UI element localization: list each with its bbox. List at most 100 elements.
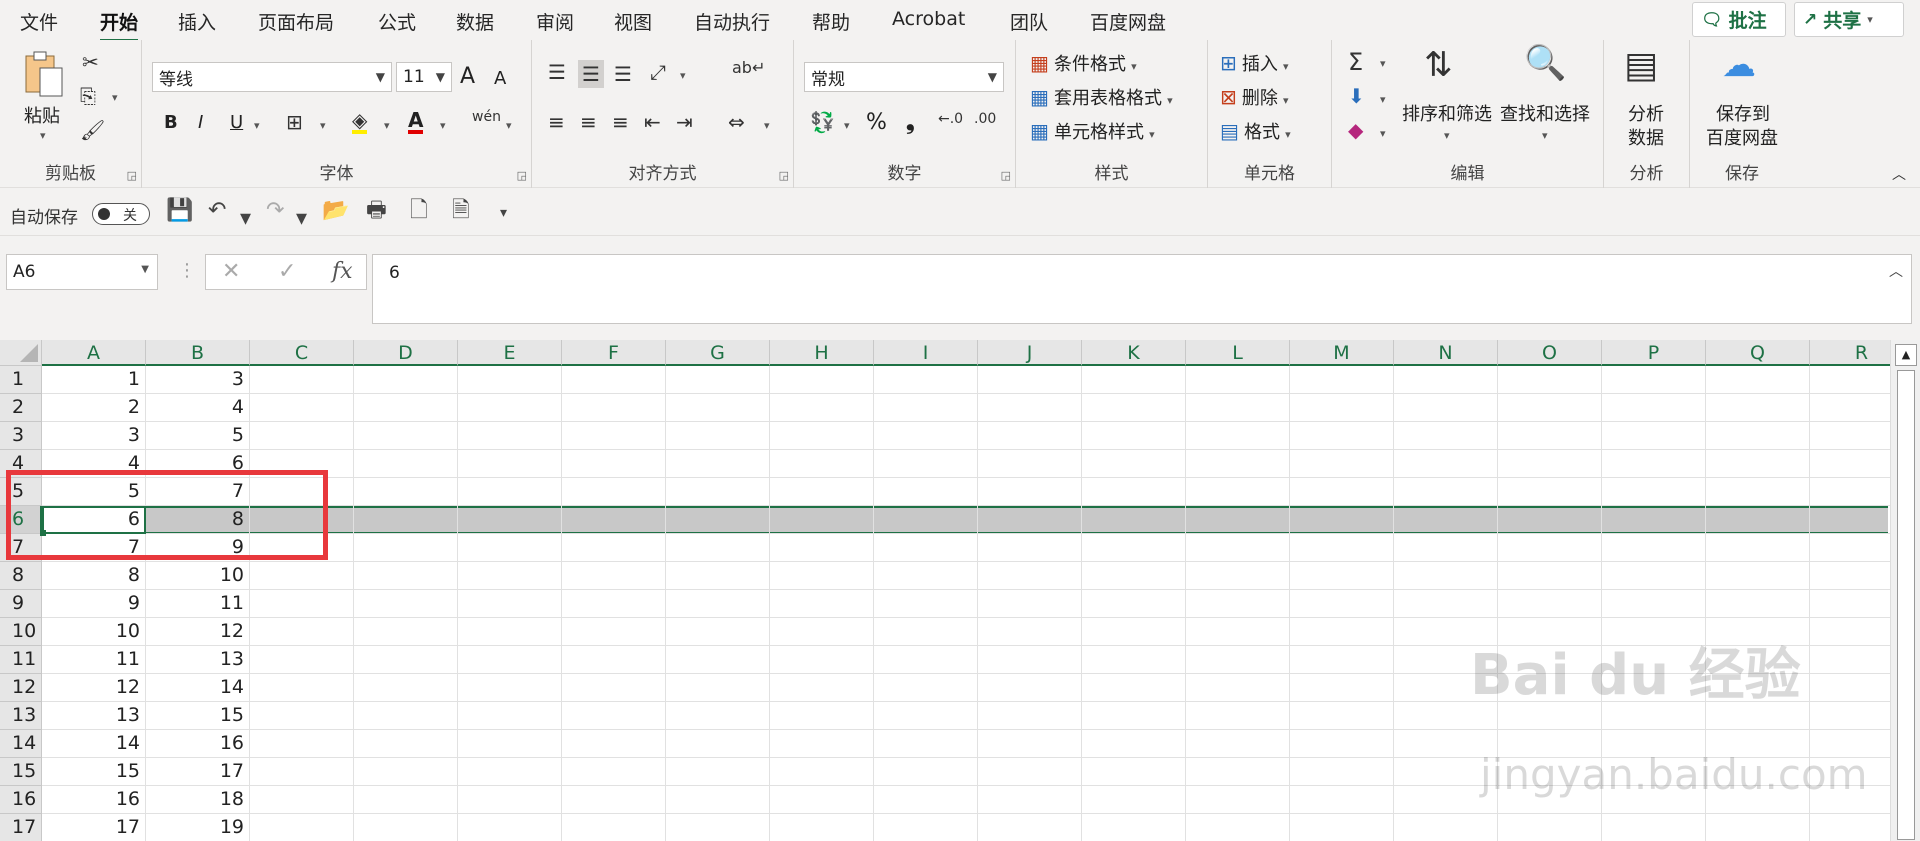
cell-b[interactable]: 4 — [146, 394, 250, 422]
formula-input[interactable]: 6 ︿ — [372, 254, 1912, 324]
cell-b[interactable]: 11 — [146, 590, 250, 618]
chevron-down-icon[interactable]: ▾ — [240, 208, 251, 230]
dialog-launcher-icon[interactable]: ◲ — [127, 169, 137, 182]
row-header[interactable]: 17 — [0, 814, 42, 841]
tab-home[interactable]: 开始 — [100, 8, 139, 42]
align-top-icon[interactable]: ☰ — [548, 62, 566, 82]
currency-icon[interactable]: 💱 — [810, 112, 835, 132]
cell-b[interactable]: 13 — [146, 646, 250, 674]
new-document-icon[interactable]: 🗋 — [410, 200, 428, 222]
orientation-icon[interactable]: ⤢ — [650, 62, 666, 82]
delete-cells-button[interactable]: ⊠ 删除 ▾ — [1220, 84, 1288, 110]
italic-button[interactable]: I — [198, 112, 203, 133]
number-format-combo[interactable]: 常规 ▼ — [804, 62, 1004, 92]
chevron-down-icon[interactable]: ▾ — [844, 120, 850, 131]
row-header[interactable]: 12 — [0, 674, 42, 702]
fill-icon[interactable]: ⬇ — [1348, 86, 1365, 106]
font-color-icon[interactable]: A — [408, 110, 424, 134]
bold-button[interactable]: B — [164, 112, 178, 133]
wrap-text-icon[interactable]: ab↵ — [732, 60, 765, 76]
shrink-font-button[interactable]: A — [494, 68, 506, 89]
data-label[interactable]: 数据 — [1628, 124, 1664, 150]
column-header-g[interactable]: G — [666, 340, 770, 366]
row-header[interactable]: 9 — [0, 590, 42, 618]
column-header-q[interactable]: Q — [1706, 340, 1810, 366]
comment-button[interactable]: 🗨 批注 — [1692, 2, 1786, 37]
tab-team[interactable]: 团队 — [1010, 8, 1048, 35]
select-all-corner[interactable] — [0, 340, 42, 366]
dialog-launcher-icon[interactable]: ◲ — [779, 169, 789, 182]
format-cells-button[interactable]: ▤ 格式 ▾ — [1220, 118, 1291, 144]
cell-a[interactable]: 12 — [42, 674, 146, 702]
chevron-down-icon[interactable]: ▾ — [764, 120, 770, 131]
cell-b[interactable]: 14 — [146, 674, 250, 702]
chevron-down-icon[interactable]: ▾ — [296, 208, 307, 230]
column-header-b[interactable]: B — [146, 340, 250, 366]
name-box[interactable]: A6 ▼ — [6, 254, 158, 290]
analyze-data-icon[interactable]: ▤ — [1624, 48, 1658, 84]
analyze-label[interactable]: 分析 — [1628, 100, 1664, 126]
column-header-n[interactable]: N — [1394, 340, 1498, 366]
increase-decimal-icon[interactable]: ←.0 — [938, 112, 963, 126]
find-select-button[interactable]: 查找和选择 — [1500, 100, 1590, 126]
cell-a[interactable]: 13 — [42, 702, 146, 730]
cancel-icon[interactable]: ✕ — [222, 259, 240, 284]
open-folder-icon[interactable]: 📂 — [322, 200, 349, 222]
chevron-down-icon[interactable]: ▾ — [1542, 130, 1548, 141]
cell-a[interactable]: 2 — [42, 394, 146, 422]
align-center-icon[interactable]: ≡ — [580, 112, 597, 132]
column-header-p[interactable]: P — [1602, 340, 1706, 366]
chevron-down-icon[interactable]: ▾ — [1380, 58, 1386, 69]
border-icon[interactable]: ⊞ — [286, 112, 303, 132]
chevron-down-icon[interactable]: ▾ — [40, 130, 46, 141]
column-header-c[interactable]: C — [250, 340, 354, 366]
tab-review[interactable]: 审阅 — [536, 8, 574, 35]
row-header[interactable]: 8 — [0, 562, 42, 590]
row-header[interactable]: 1 — [0, 366, 42, 394]
tab-baidu-netdisk[interactable]: 百度网盘 — [1090, 8, 1166, 35]
chevron-down-icon[interactable]: ▾ — [1380, 94, 1386, 105]
fill-color-icon[interactable]: ◈ — [352, 110, 368, 134]
chevron-down-icon[interactable]: ▾ — [440, 120, 446, 131]
cell-a[interactable]: 11 — [42, 646, 146, 674]
print-icon[interactable]: 🗎 — [452, 200, 470, 222]
cell-a[interactable]: 15 — [42, 758, 146, 786]
baidu-netdisk-label[interactable]: 百度网盘 — [1706, 124, 1778, 150]
column-header-m[interactable]: M — [1290, 340, 1394, 366]
chevron-down-icon[interactable]: ▾ — [1380, 128, 1386, 139]
row-header[interactable]: 2 — [0, 394, 42, 422]
cell-b[interactable]: 10 — [146, 562, 250, 590]
more-icon[interactable]: ⋮ — [178, 260, 196, 281]
chevron-down-icon[interactable]: ▾ — [112, 92, 118, 103]
insert-cells-button[interactable]: ⊞ 插入 ▾ — [1220, 50, 1288, 76]
phonetic-icon[interactable]: wén — [472, 110, 501, 124]
row-header[interactable]: 16 — [0, 786, 42, 814]
sort-filter-icon[interactable]: ⇅ — [1424, 48, 1453, 82]
scissors-icon[interactable]: ✂ — [82, 52, 99, 72]
cell-a[interactable]: 14 — [42, 730, 146, 758]
tab-data[interactable]: 数据 — [456, 8, 494, 35]
cell-b[interactable]: 18 — [146, 786, 250, 814]
chevron-down-icon[interactable]: ▾ — [680, 70, 686, 81]
cell-a[interactable]: 10 — [42, 618, 146, 646]
underline-button[interactable]: U — [230, 112, 243, 133]
row-header[interactable]: 13 — [0, 702, 42, 730]
scroll-up-icon[interactable]: ▲ — [1895, 344, 1917, 366]
cell-b[interactable]: 5 — [146, 422, 250, 450]
tab-insert[interactable]: 插入 — [178, 8, 216, 35]
save-to-label[interactable]: 保存到 — [1716, 100, 1770, 126]
cell-styles-button[interactable]: ▦ 单元格样式 ▾ — [1030, 118, 1155, 144]
tab-view[interactable]: 视图 — [614, 8, 652, 35]
baidu-netdisk-icon[interactable]: ☁ — [1722, 48, 1756, 82]
column-header-d[interactable]: D — [354, 340, 458, 366]
format-painter-icon[interactable]: 🖌 — [80, 120, 105, 140]
tab-automate[interactable]: 自动执行 — [694, 8, 770, 35]
tab-page-layout[interactable]: 页面布局 — [258, 8, 334, 35]
column-header-l[interactable]: L — [1186, 340, 1290, 366]
share-button[interactable]: ↗ 共享 ▾ — [1794, 2, 1904, 37]
align-bottom-icon[interactable]: ☰ — [614, 64, 632, 84]
row-header[interactable]: 14 — [0, 730, 42, 758]
autosum-icon[interactable]: Σ — [1348, 50, 1363, 74]
dialog-launcher-icon[interactable]: ◲ — [517, 169, 527, 182]
tab-help[interactable]: 帮助 — [812, 8, 850, 35]
